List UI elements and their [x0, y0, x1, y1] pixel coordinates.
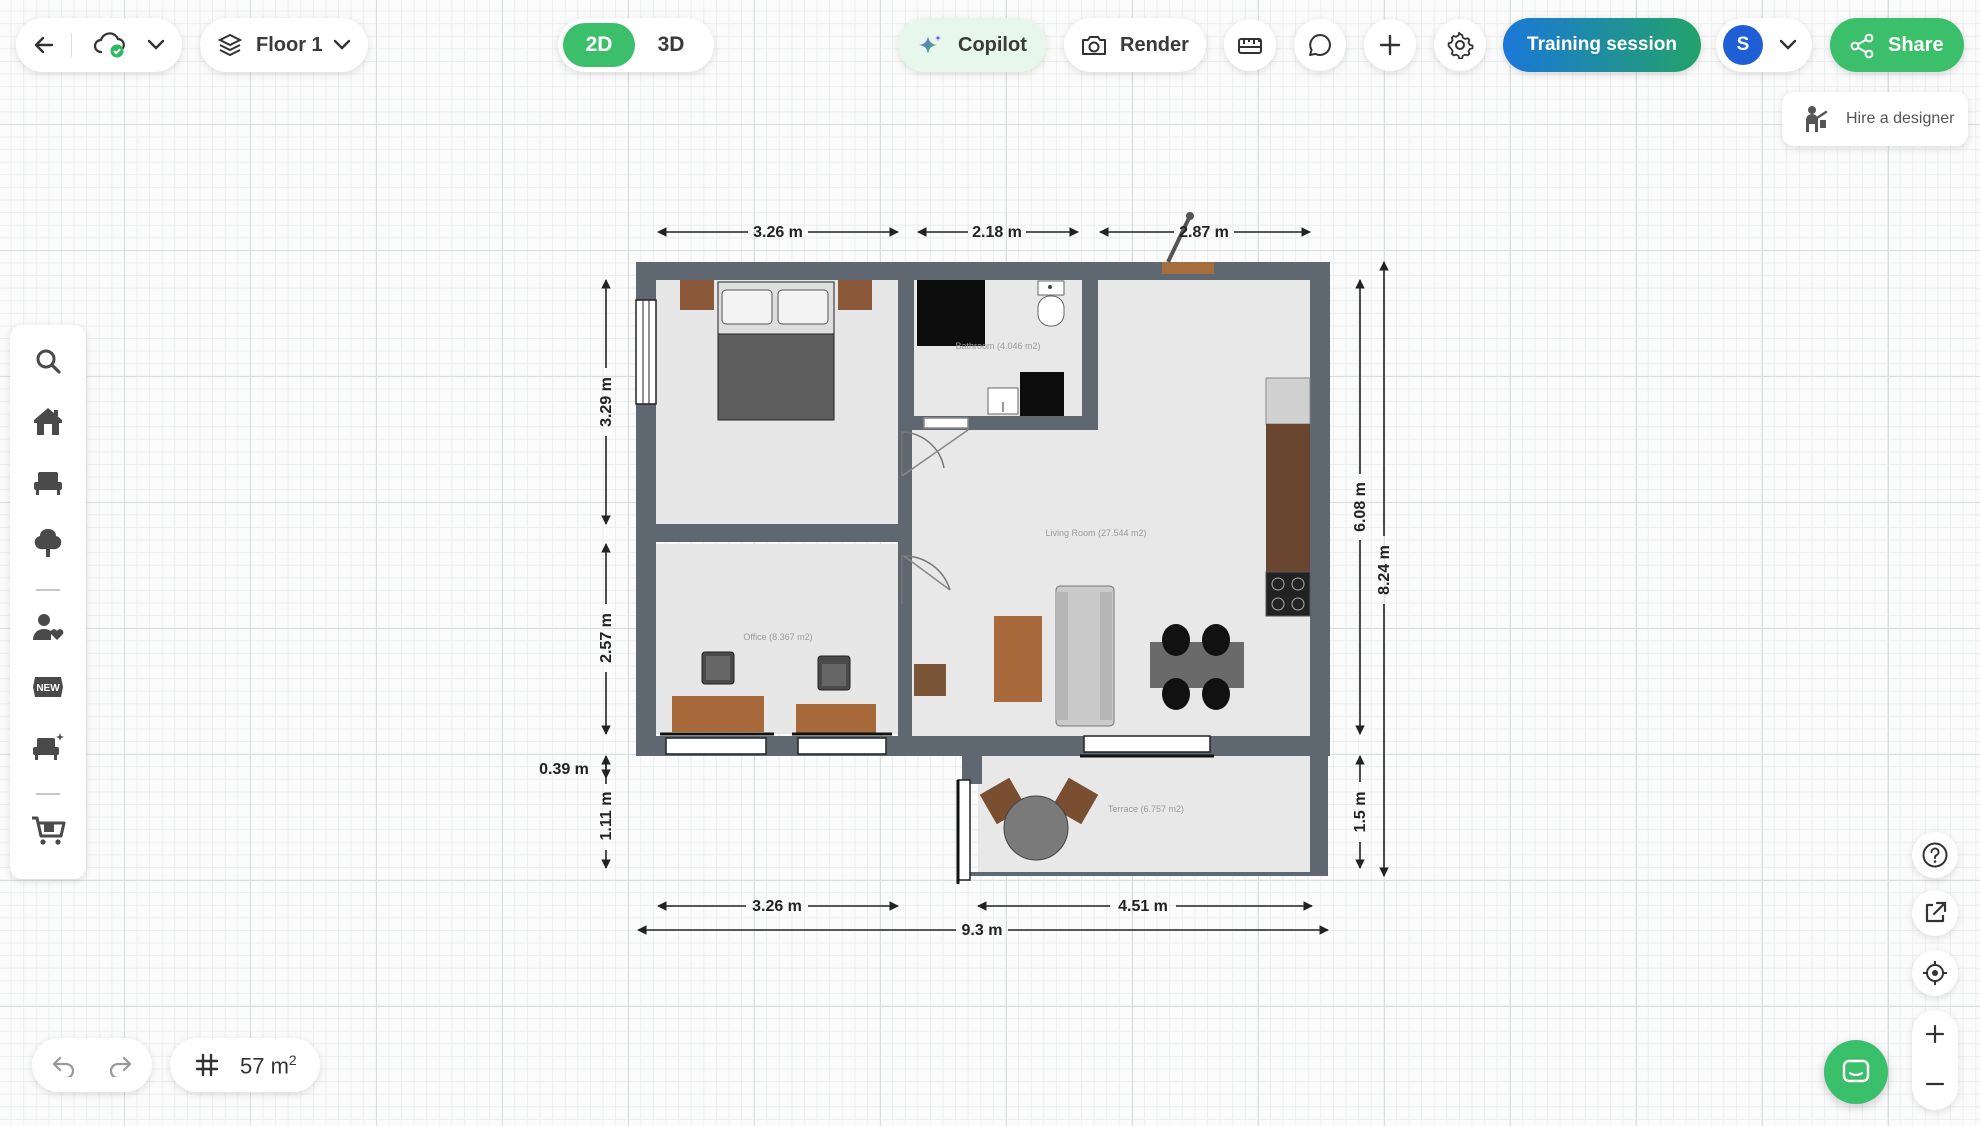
- dim-left-1: 3.29 m: [598, 377, 615, 427]
- desk-left: [672, 696, 764, 732]
- dim-left-4: 1.11 m: [598, 792, 615, 841]
- dim-right-outer: 8.24 m: [1376, 545, 1393, 595]
- help-button[interactable]: [1912, 832, 1958, 878]
- dim-right-1: 6.08 m: [1352, 482, 1369, 532]
- chat-window-icon: [1841, 1058, 1871, 1086]
- zoom-in-icon[interactable]: [1923, 1022, 1947, 1046]
- recenter-button[interactable]: [1912, 950, 1958, 996]
- dim-bottom-1: 3.26 m: [752, 898, 802, 915]
- dim-bottom-2: 4.51 m: [1118, 898, 1168, 915]
- dim-top-2: 2.18 m: [972, 224, 1022, 241]
- sink: [987, 387, 1019, 415]
- coffee-table: [994, 616, 1042, 702]
- crosshair-icon: [1921, 959, 1949, 987]
- living-room-label: Living Room (27.544 m2): [1045, 528, 1146, 538]
- office-chair-left: [701, 651, 735, 685]
- shower: [917, 280, 985, 346]
- dim-top-1: 3.26 m: [753, 224, 803, 241]
- office-chair-right: [817, 655, 851, 691]
- bathroom-room-label: Bathroom (4.046 m2): [955, 341, 1040, 351]
- dim-bottom-total: 9.3 m: [962, 922, 1003, 939]
- hashtag-grid-icon: [194, 1052, 220, 1078]
- dim-right-2: 1.5 m: [1352, 792, 1369, 833]
- zoom-control: [1912, 1010, 1958, 1110]
- dim-top-3: 2.87 m: [1179, 224, 1229, 241]
- nightstand-right: [838, 280, 872, 310]
- bed: [717, 281, 835, 421]
- external-link-icon: [1922, 900, 1948, 926]
- area-number: 57 m: [240, 1053, 289, 1079]
- area-unit-superscript: 2: [288, 1052, 297, 1068]
- sofa: [1055, 585, 1115, 727]
- nightstand-left: [680, 280, 714, 310]
- floor-plan-canvas[interactable]: Bathroom (4.046 m2) Office (8.367 m2) Li: [0, 0, 1980, 1126]
- dim-left-3: 0.39 m: [539, 761, 589, 778]
- desk-right: [796, 704, 876, 734]
- redo-icon[interactable]: [106, 1052, 134, 1078]
- cabinet: [1020, 372, 1064, 416]
- area-value: 57 m2: [240, 1052, 297, 1079]
- chat-support-button[interactable]: [1824, 1040, 1888, 1104]
- dim-left-2: 2.57 m: [598, 613, 615, 663]
- side-table: [914, 664, 946, 696]
- open-external-button[interactable]: [1912, 890, 1958, 936]
- toilet: [1037, 280, 1065, 327]
- area-indicator[interactable]: 57 m2: [170, 1038, 320, 1092]
- office-room-label: Office (8.367 m2): [743, 632, 812, 642]
- zoom-out-icon[interactable]: [1923, 1072, 1947, 1096]
- help-icon: [1921, 841, 1949, 869]
- undo-redo-group: [32, 1038, 152, 1092]
- terrace-room-label: Terrace (6.757 m2): [1108, 804, 1184, 814]
- kitchen-counter: [1265, 377, 1311, 617]
- undo-icon[interactable]: [50, 1052, 78, 1078]
